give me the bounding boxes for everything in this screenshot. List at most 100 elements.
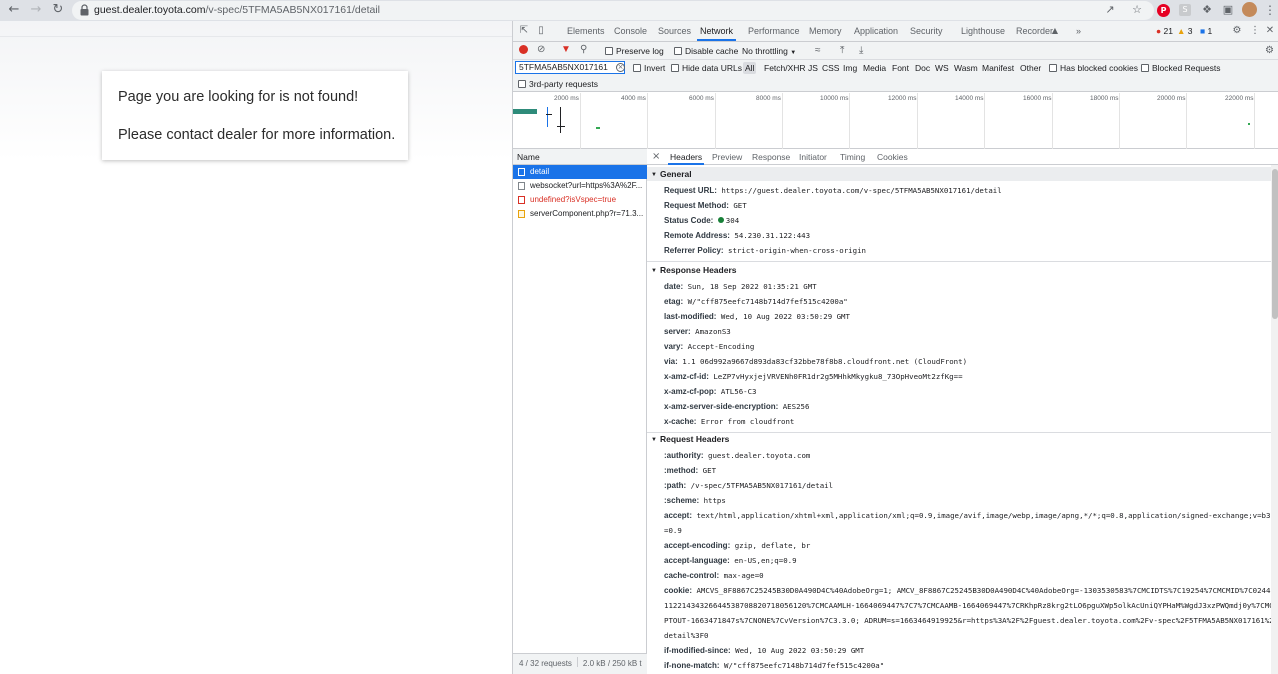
- header-row-continuation: =0.9: [664, 523, 1276, 538]
- network-overview-timeline[interactable]: 2000 ms 4000 ms 6000 ms 8000 ms 10000 ms…: [513, 93, 1278, 149]
- overview-gridline: [849, 93, 850, 149]
- status-ok-dot-icon: [717, 217, 724, 223]
- warning-count-badge[interactable]: ▲ 3: [1177, 25, 1193, 37]
- settings-gear-icon[interactable]: ⚙: [1231, 23, 1243, 39]
- search-icon[interactable]: ⚲: [580, 43, 587, 57]
- header-row: accept-encoding: gzip, deflate, br: [664, 538, 1276, 553]
- extension-icon[interactable]: S: [1179, 4, 1191, 16]
- header-value: AMCVS_8F8867C25245B30D0A490D4C%40AdobeOr…: [696, 586, 1276, 595]
- tab-initiator[interactable]: Initiator: [799, 149, 827, 165]
- tab-sources[interactable]: Sources: [658, 21, 691, 41]
- filter-type-css[interactable]: CSS: [820, 62, 841, 74]
- inspect-element-icon[interactable]: ⇱: [518, 23, 530, 39]
- pinterest-extension-icon[interactable]: P: [1157, 4, 1170, 17]
- header-row: cache-control: max-age=0: [664, 568, 1276, 583]
- tab-elements[interactable]: Elements: [567, 21, 605, 41]
- close-devtools-icon[interactable]: ✕: [1265, 23, 1275, 39]
- tab-timing[interactable]: Timing: [840, 149, 865, 165]
- hide-data-urls-checkbox[interactable]: Hide data URLs: [671, 61, 742, 75]
- document-icon: [518, 168, 525, 176]
- import-har-icon[interactable]: ⤒: [840, 44, 844, 58]
- filter-type-doc[interactable]: Doc: [913, 62, 932, 74]
- throttling-select[interactable]: No throttling ▼: [742, 44, 796, 58]
- header-row: accept: text/html,application/xhtml+xml,…: [664, 508, 1276, 523]
- filter-type-fetch-xhr[interactable]: Fetch/XHR: [762, 62, 808, 74]
- tab-headers[interactable]: Headers: [668, 149, 705, 165]
- header-key: Status Code:: [664, 216, 714, 225]
- tab-console[interactable]: Console: [614, 21, 647, 41]
- has-blocked-cookies-checkbox[interactable]: Has blocked cookies: [1049, 61, 1138, 75]
- clear-filter-icon[interactable]: ×: [616, 63, 625, 72]
- request-list: Name detail websocket?url=https%3A%2F...…: [513, 149, 647, 674]
- header-value: gzip, deflate, br: [734, 541, 811, 550]
- message-count-badge[interactable]: ■ 1: [1200, 25, 1212, 37]
- share-icon[interactable]: ↗: [1102, 2, 1118, 18]
- request-row-websocket[interactable]: websocket?url=https%3A%2F...: [513, 179, 647, 193]
- filter-type-ws[interactable]: WS: [933, 62, 951, 74]
- filter-type-js[interactable]: JS: [806, 62, 820, 74]
- filter-type-wasm[interactable]: Wasm: [952, 62, 980, 74]
- general-section-toggle[interactable]: ▼ General: [647, 167, 1278, 181]
- disable-cache-checkbox[interactable]: Disable cache: [674, 44, 738, 58]
- tab-security[interactable]: Security: [910, 21, 943, 41]
- name-column-header[interactable]: Name: [513, 149, 647, 165]
- request-headers-section-toggle[interactable]: ▼ Request Headers: [647, 432, 1278, 446]
- disable-cache-label: Disable cache: [685, 46, 739, 56]
- tab-memory[interactable]: Memory: [809, 21, 842, 41]
- clear-icon[interactable]: ⊘: [537, 43, 545, 57]
- filter-type-media[interactable]: Media: [861, 62, 888, 74]
- tab-application[interactable]: Application: [854, 21, 898, 41]
- error-count-badge[interactable]: ● 21: [1156, 25, 1173, 37]
- preserve-log-checkbox[interactable]: Preserve log: [605, 44, 664, 58]
- more-tabs-button[interactable]: »: [1076, 21, 1081, 41]
- address-bar[interactable]: guest.dealer.toyota.com/v-spec/5TFMA5AB5…: [72, 1, 1154, 20]
- blocked-requests-checkbox[interactable]: Blocked Requests: [1141, 61, 1221, 75]
- tab-network[interactable]: Network: [697, 21, 737, 41]
- header-value: ATL56-C3: [720, 387, 757, 396]
- filter-type-img[interactable]: Img: [841, 62, 859, 74]
- filter-input[interactable]: 5TFMA5AB5NX017161: [515, 61, 625, 74]
- scrollbar-thumb[interactable]: [1272, 169, 1278, 319]
- side-panel-icon[interactable]: ▣: [1220, 2, 1236, 18]
- header-key: :path:: [664, 481, 687, 490]
- response-headers-section-toggle[interactable]: ▼ Response Headers: [647, 263, 1278, 277]
- network-toolbar: ⊘ ▼ ⚲ Preserve log Disable cache No thro…: [513, 42, 1278, 60]
- tab-preview[interactable]: Preview: [712, 149, 742, 165]
- tab-response[interactable]: Response: [752, 149, 790, 165]
- request-row-undefined[interactable]: undefined?isVspec=true: [513, 193, 647, 207]
- network-settings-gear-icon[interactable]: ⚙: [1265, 44, 1274, 58]
- close-details-icon[interactable]: ×: [652, 149, 660, 165]
- bookmark-star-icon[interactable]: ☆: [1129, 2, 1145, 18]
- header-value: text/html,application/xhtml+xml,applicat…: [696, 511, 1276, 520]
- request-row-server-component[interactable]: serverComponent.php?r=71.3...: [513, 207, 647, 221]
- tab-lighthouse[interactable]: Lighthouse: [961, 21, 1005, 41]
- puzzle-extensions-icon[interactable]: ❖: [1199, 2, 1215, 18]
- details-scrollbar[interactable]: [1271, 165, 1278, 674]
- forward-arrow-icon[interactable]: →: [28, 2, 44, 18]
- tab-cookies[interactable]: Cookies: [877, 149, 908, 165]
- filter-type-manifest[interactable]: Manifest: [980, 62, 1016, 74]
- filter-type-font[interactable]: Font: [890, 62, 911, 74]
- profile-avatar[interactable]: [1242, 2, 1257, 17]
- reload-icon[interactable]: ↻: [50, 2, 66, 18]
- devtools-menu-icon[interactable]: ⋮: [1250, 23, 1260, 39]
- header-value: AES256: [782, 402, 810, 411]
- header-key: vary:: [664, 342, 684, 351]
- tab-recorder[interactable]: Recorder: [1016, 21, 1053, 41]
- device-toolbar-icon[interactable]: ▯: [535, 23, 547, 39]
- network-conditions-icon[interactable]: ≈: [815, 44, 821, 58]
- filter-type-other[interactable]: Other: [1018, 62, 1043, 74]
- record-stop-icon[interactable]: [519, 45, 528, 54]
- export-har-icon[interactable]: ⤓: [859, 44, 863, 58]
- overview-tick-label: 22000 ms: [1225, 95, 1254, 102]
- invert-checkbox[interactable]: Invert: [633, 61, 665, 75]
- header-key: Referrer Policy:: [664, 246, 724, 255]
- filter-type-all[interactable]: All: [743, 62, 757, 74]
- third-party-checkbox[interactable]: 3rd-party requests: [518, 77, 598, 91]
- back-arrow-icon[interactable]: ←: [6, 2, 22, 18]
- tab-performance[interactable]: Performance: [748, 21, 800, 41]
- request-row-detail[interactable]: detail: [513, 165, 647, 179]
- browser-menu-icon[interactable]: ⋮: [1262, 2, 1278, 18]
- filter-funnel-icon[interactable]: ▼: [561, 43, 571, 57]
- header-value: 1.1 06d992a9667d893da83cf32bbe78f8b8.clo…: [682, 357, 968, 366]
